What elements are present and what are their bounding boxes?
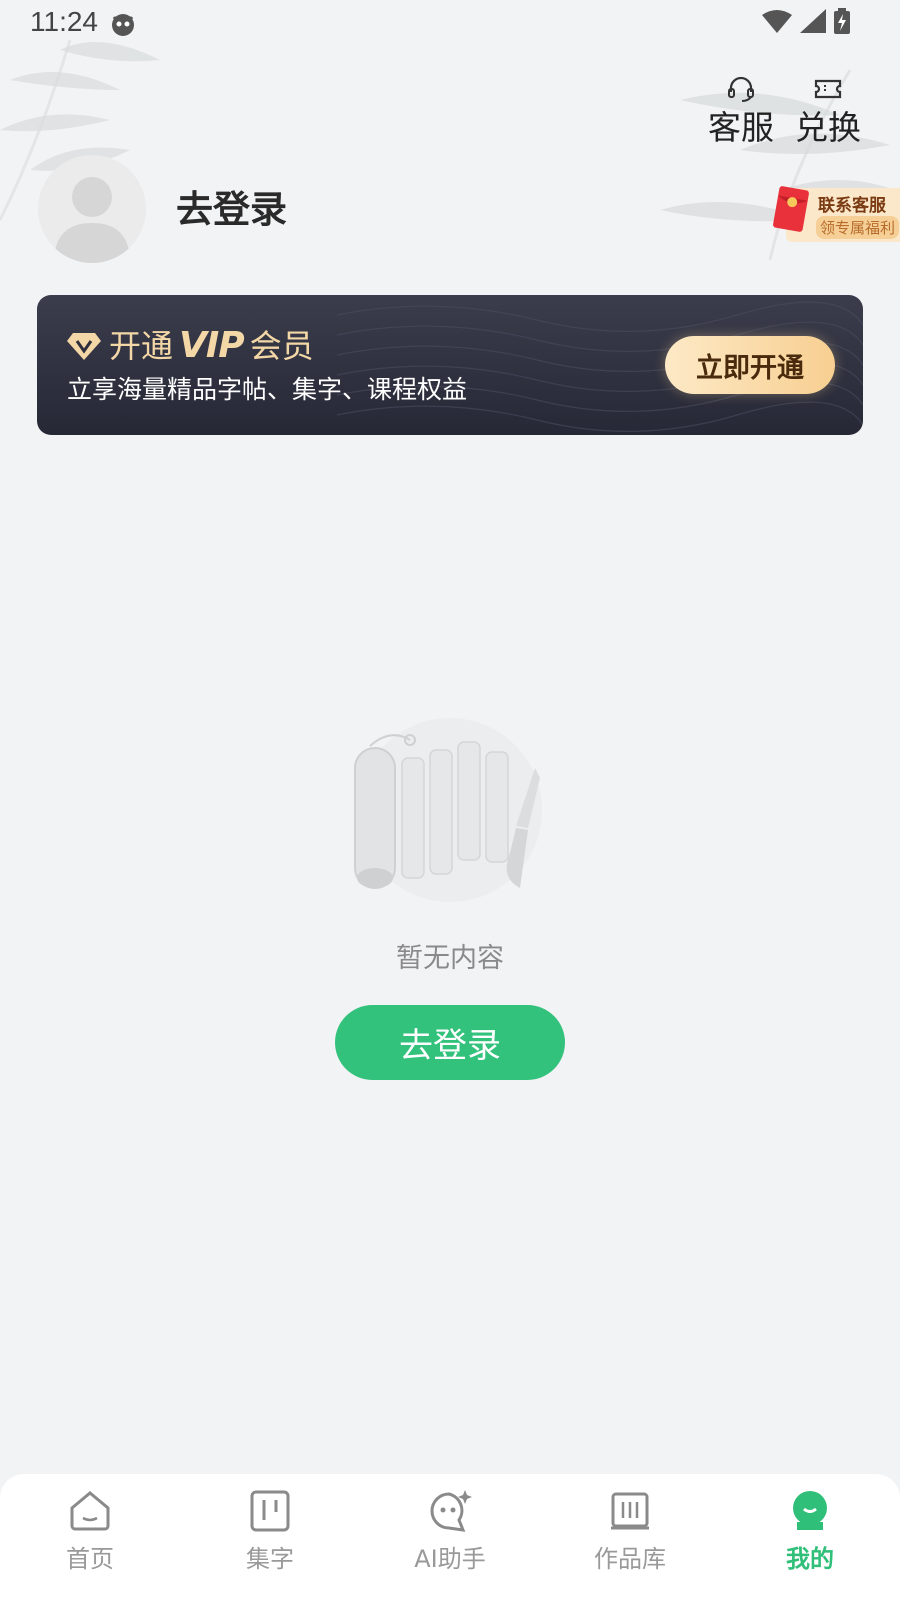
login-button[interactable]: 去登录 xyxy=(335,1005,565,1080)
empty-scroll-illustration xyxy=(354,718,542,902)
red-packet-icon xyxy=(773,186,809,232)
customer-service-button[interactable]: 客服 xyxy=(701,76,781,148)
notification-cat-icon xyxy=(112,14,134,36)
bottom-nav: 首页 集字 AI助手 作品库 我的 xyxy=(0,1474,900,1600)
works-library-icon xyxy=(611,1492,649,1530)
collect-characters-icon xyxy=(250,1490,290,1532)
redeem-button[interactable]: 兑换 xyxy=(788,76,868,148)
nav-label-works-library: 作品库 xyxy=(594,1545,666,1573)
profile-page: 11:24 客服 兑换 去登录 联系客服 领专属福利 开通 VIP 会员 立享海… xyxy=(0,0,900,1600)
badge-line2: 领专属福利 xyxy=(816,216,900,239)
nav-item-ai-assistant[interactable]: AI助手 xyxy=(380,1488,520,1574)
nav-label-profile: 我的 xyxy=(786,1545,834,1573)
nav-label-home: 首页 xyxy=(66,1545,114,1573)
customer-service-label: 客服 xyxy=(708,108,774,147)
contact-service-badge[interactable]: 联系客服 领专属福利 xyxy=(772,184,900,246)
vip-title: 开通 VIP 会员 xyxy=(67,325,314,366)
empty-state-text: 暂无内容 xyxy=(396,943,504,974)
headset-icon xyxy=(728,76,754,102)
ticket-icon xyxy=(814,79,842,99)
profile-icon xyxy=(793,1491,827,1530)
nav-label-collect-characters: 集字 xyxy=(246,1545,294,1573)
vip-title-prefix: 开通 xyxy=(109,326,174,365)
nav-label-ai-assistant: AI助手 xyxy=(414,1545,486,1573)
redeem-label: 兑换 xyxy=(795,108,861,147)
status-bar: 11:24 xyxy=(0,0,900,46)
vip-title-suffix: 会员 xyxy=(249,326,314,365)
avatar[interactable] xyxy=(38,155,146,263)
login-link[interactable]: 去登录 xyxy=(176,186,287,234)
open-vip-button[interactable]: 立即开通 xyxy=(665,336,835,394)
default-avatar-icon xyxy=(54,177,130,263)
vip-word: VIP xyxy=(179,325,245,366)
wifi-icon xyxy=(762,10,792,33)
status-time: 11:24 xyxy=(30,6,98,37)
signal-icon xyxy=(800,9,826,33)
nav-item-profile[interactable]: 我的 xyxy=(740,1488,880,1574)
status-icons xyxy=(762,8,850,34)
nav-item-works-library[interactable]: 作品库 xyxy=(560,1488,700,1574)
vip-subtitle: 立享海量精品字帖、集字、课程权益 xyxy=(67,375,468,404)
vip-banner[interactable]: 开通 VIP 会员 立享海量精品字帖、集字、课程权益 立即开通 xyxy=(37,295,863,435)
nav-item-collect-characters[interactable]: 集字 xyxy=(200,1488,340,1574)
home-icon xyxy=(70,1491,110,1531)
diamond-icon xyxy=(67,332,101,360)
badge-line1: 联系客服 xyxy=(818,196,886,216)
nav-item-home[interactable]: 首页 xyxy=(20,1488,160,1574)
ai-assistant-icon xyxy=(430,1490,472,1532)
battery-icon xyxy=(834,8,850,34)
